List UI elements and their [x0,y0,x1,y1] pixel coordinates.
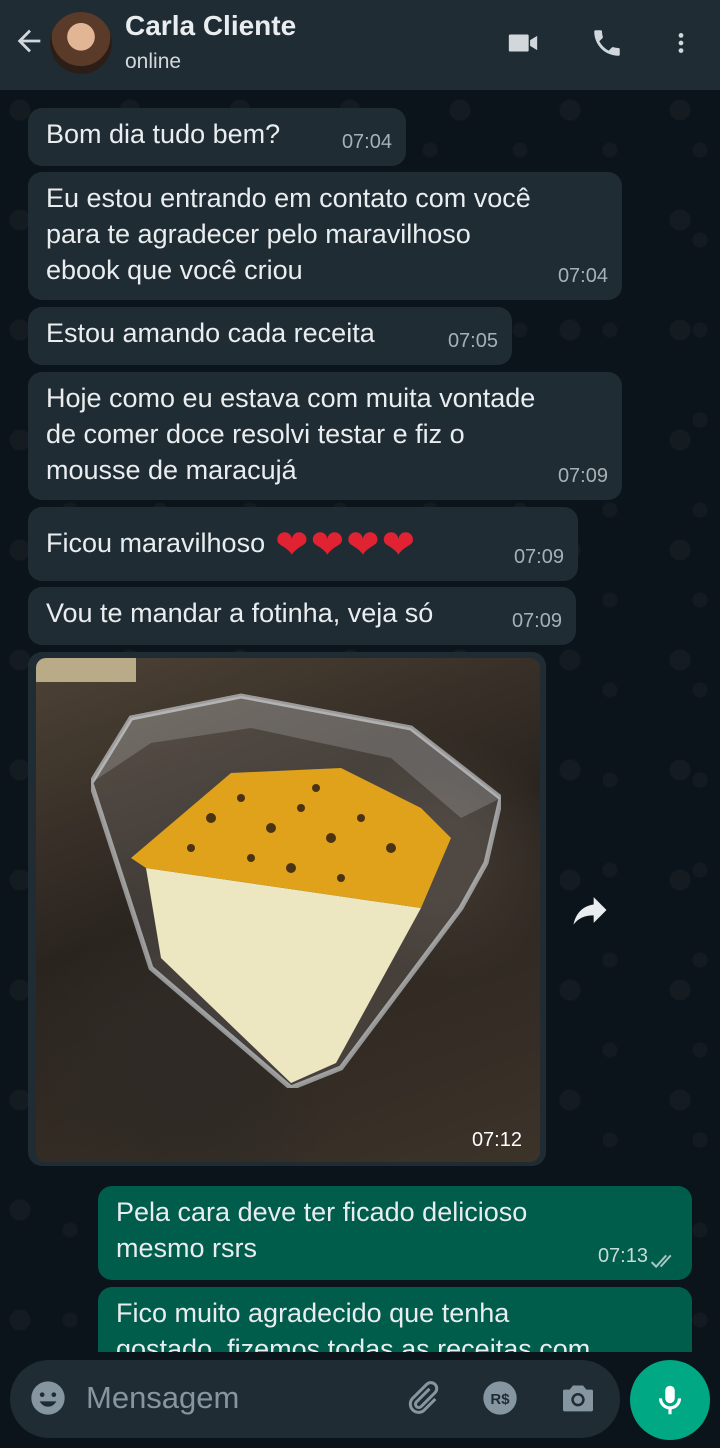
heart-emoji: ❤❤❤❤ [275,522,418,567]
message-time: 07:09 [513,546,564,568]
message-time: 07:04 [557,265,608,287]
message-text: Ficou maravilhoso [46,528,266,558]
message-time: 07:04 [341,131,392,153]
phone-call-icon[interactable] [590,26,624,60]
incoming-message[interactable]: Vou te mandar a fotinha, veja só 07:09 [28,587,576,645]
more-options-icon[interactable] [668,26,694,60]
contact-status: online [125,50,182,73]
incoming-photo-message[interactable]: 07:12 [28,652,546,1166]
message-text: Bom dia tudo bem? [46,119,281,149]
avatar[interactable] [50,12,112,74]
outgoing-message[interactable]: Pela cara deve ter ficado delicioso mesm… [98,1186,692,1280]
message-input[interactable]: Mensagem R$ [10,1360,620,1438]
incoming-message[interactable]: Hoje como eu estava com muita vontade de… [28,372,622,500]
message-text: Pela cara deve ter ficado delicioso mesm… [116,1197,528,1263]
message-text: Hoje como eu estava com muita vontade de… [46,383,536,485]
contact-name[interactable]: Carla Cliente [125,10,296,42]
mousse-cup-illustration [91,693,501,1088]
message-placeholder: Mensagem [86,1380,240,1415]
chat-header: Carla Cliente online [0,0,720,90]
message-text-row: Ficou maravilhoso ❤❤❤❤ [46,515,560,573]
photo-passion-fruit-mousse[interactable]: 07:12 [36,658,540,1162]
emoji-icon[interactable] [28,1378,68,1418]
double-check-icon [650,1254,672,1269]
payment-icon[interactable]: R$ [480,1378,520,1418]
incoming-message[interactable]: Bom dia tudo bem? 07:04 [28,108,406,166]
video-call-icon[interactable] [503,26,543,60]
incoming-message[interactable]: Eu estou entrando em contato com você pa… [28,172,622,300]
incoming-message[interactable]: Estou amando cada receita 07:05 [28,307,512,365]
message-input-bar: Mensagem R$ [0,1352,720,1448]
svg-text:R$: R$ [490,1391,510,1408]
incoming-message[interactable]: Ficou maravilhoso ❤❤❤❤ 07:09 [28,507,578,581]
message-text: Vou te mandar a fotinha, veja só [46,598,434,628]
message-text: Eu estou entrando em contato com você pa… [46,183,531,285]
mic-button[interactable] [630,1360,710,1440]
message-time: 07:12 [471,1129,522,1151]
message-text: Estou amando cada receita [46,318,375,348]
forward-icon[interactable] [568,888,612,932]
message-time: 07:09 [557,465,608,487]
back-arrow-icon[interactable] [12,24,46,58]
attachment-icon[interactable] [402,1378,442,1418]
message-time: 07:09 [511,610,562,632]
message-time: 07:05 [447,330,498,352]
camera-icon[interactable] [558,1378,598,1418]
message-time: 07:13 [597,1245,648,1267]
microphone-icon [658,1385,682,1415]
photo-background [36,658,136,682]
